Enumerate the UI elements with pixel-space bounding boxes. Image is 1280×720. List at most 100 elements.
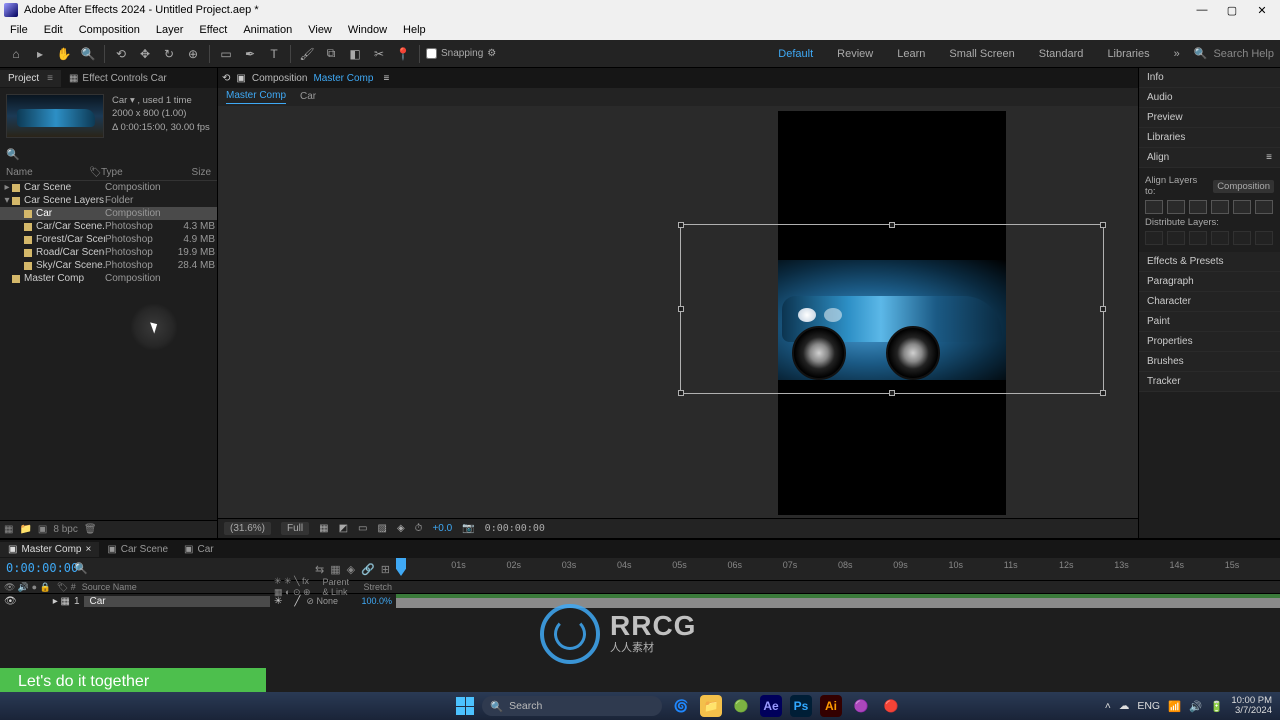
- new-folder-icon[interactable]: 📁: [19, 524, 31, 535]
- region-icon[interactable]: ▭: [358, 523, 367, 534]
- taskbar-copilot-icon[interactable]: 🌀: [670, 695, 692, 717]
- tray-chevron-icon[interactable]: ˄: [1105, 700, 1111, 712]
- clone-tool-icon[interactable]: ⧉: [321, 44, 341, 64]
- project-search[interactable]: 🔍: [0, 144, 217, 165]
- taskbar-explorer-icon[interactable]: 📁: [700, 695, 722, 717]
- align-target-dropdown[interactable]: Composition: [1213, 180, 1274, 193]
- taskbar-illustrator-icon[interactable]: Ai: [820, 695, 842, 717]
- panel-brushes[interactable]: Brushes: [1139, 352, 1280, 372]
- taskbar-chrome-icon[interactable]: 🟢: [730, 695, 752, 717]
- timeline-tab-carscene[interactable]: ▣ Car Scene: [99, 542, 176, 557]
- home-icon[interactable]: ⌂: [6, 44, 26, 64]
- snapping-toggle[interactable]: Snapping ⚙: [426, 48, 496, 59]
- help-search[interactable]: 🔍 Search Help: [1194, 47, 1274, 60]
- taskbar-photoshop-icon[interactable]: Ps: [790, 695, 812, 717]
- panel-info[interactable]: Info: [1139, 68, 1280, 88]
- project-item[interactable]: Sky/Car Scene.psdPhotoshop28.4 MB: [0, 259, 217, 272]
- menu-layer[interactable]: Layer: [150, 22, 190, 38]
- flow-tab-master[interactable]: Master Comp: [226, 90, 286, 104]
- panel-paragraph[interactable]: Paragraph: [1139, 272, 1280, 292]
- align-bottom-icon[interactable]: [1255, 200, 1273, 214]
- menu-file[interactable]: File: [4, 22, 34, 38]
- align-vcenter-icon[interactable]: [1233, 200, 1251, 214]
- timecode-icon[interactable]: ⏱: [415, 523, 423, 534]
- snapping-options-icon[interactable]: ⚙: [487, 48, 496, 59]
- tray-clock[interactable]: 10:00 PM 3/7/2024: [1231, 696, 1272, 716]
- taskbar-app1-icon[interactable]: 🟣: [850, 695, 872, 717]
- mask-icon[interactable]: ◩: [339, 523, 348, 534]
- new-comp-icon[interactable]: ▣: [38, 524, 47, 535]
- layer-name[interactable]: Car: [84, 596, 270, 607]
- zoom-tool-icon[interactable]: 🔍: [78, 44, 98, 64]
- workspace-small-screen[interactable]: Small Screen: [939, 48, 1024, 60]
- panel-preview[interactable]: Preview: [1139, 108, 1280, 128]
- timeline-ruler[interactable]: 01s02s03s04s05s06s07s08s09s10s11s12s13s1…: [396, 558, 1280, 580]
- bpc-toggle[interactable]: 8 bpc: [53, 524, 77, 535]
- transparency-icon[interactable]: ▨: [378, 523, 387, 534]
- eraser-tool-icon[interactable]: ◧: [345, 44, 365, 64]
- workspace-standard[interactable]: Standard: [1029, 48, 1094, 60]
- taskbar-search[interactable]: 🔍 Search: [482, 696, 662, 716]
- roto-tool-icon[interactable]: ✂: [369, 44, 389, 64]
- close-button[interactable]: ✕: [1256, 4, 1268, 17]
- text-tool-icon[interactable]: T: [264, 44, 284, 64]
- workspace-learn[interactable]: Learn: [887, 48, 935, 60]
- rectangle-tool-icon[interactable]: ▭: [216, 44, 236, 64]
- panel-libraries[interactable]: Libraries: [1139, 128, 1280, 148]
- panel-align[interactable]: Align≡: [1139, 148, 1280, 168]
- project-item[interactable]: Forest/Car Scene.psdPhotoshop4.9 MB: [0, 233, 217, 246]
- workspace-review[interactable]: Review: [827, 48, 883, 60]
- pan-tool-icon[interactable]: ✥: [135, 44, 155, 64]
- tl-ctrl-3-icon[interactable]: ◈: [347, 563, 355, 576]
- delete-icon[interactable]: 🗑: [84, 524, 97, 535]
- timeline-search[interactable]: 🔍: [70, 558, 270, 580]
- tray-wifi-icon[interactable]: 📶: [1168, 700, 1181, 713]
- project-item[interactable]: Road/Car Scene.psdPhotoshop19.9 MB: [0, 246, 217, 259]
- timeline-tab-car[interactable]: ▣ Car: [176, 542, 222, 557]
- project-item[interactable]: Car/Car Scene.psdPhotoshop4.3 MB: [0, 220, 217, 233]
- tab-project[interactable]: Project≡: [0, 70, 61, 87]
- layer-visibility-icon[interactable]: 👁: [4, 596, 17, 607]
- timeline-tab-master[interactable]: ▣ Master Comp ×: [0, 542, 99, 557]
- tl-ctrl-1-icon[interactable]: ⇆: [315, 563, 324, 576]
- align-left-icon[interactable]: [1145, 200, 1163, 214]
- maximize-button[interactable]: ▢: [1226, 4, 1238, 17]
- anchor-tool-icon[interactable]: ⊕: [183, 44, 203, 64]
- align-top-icon[interactable]: [1211, 200, 1229, 214]
- puppet-tool-icon[interactable]: 📍: [393, 44, 413, 64]
- orbit-tool-icon[interactable]: ⟲: [111, 44, 131, 64]
- panel-audio[interactable]: Audio: [1139, 88, 1280, 108]
- menu-composition[interactable]: Composition: [73, 22, 146, 38]
- project-items-list[interactable]: ▸Car SceneComposition▾Car Scene LayersFo…: [0, 181, 217, 520]
- grid-icon[interactable]: ▦: [319, 523, 328, 534]
- snapping-checkbox[interactable]: [426, 48, 437, 59]
- panel-paint[interactable]: Paint: [1139, 312, 1280, 332]
- panel-effects-presets[interactable]: Effects & Presets: [1139, 252, 1280, 272]
- menu-animation[interactable]: Animation: [237, 22, 298, 38]
- project-item[interactable]: ▸Car SceneComposition: [0, 181, 217, 194]
- snapshot-icon[interactable]: 📷: [462, 523, 474, 534]
- project-item[interactable]: Master CompComposition: [0, 272, 217, 285]
- tray-volume-icon[interactable]: 🔊: [1189, 700, 1202, 713]
- viewer-lock-icon[interactable]: ⟲: [222, 73, 230, 84]
- hand-tool-icon[interactable]: ✋: [54, 44, 74, 64]
- taskbar-app2-icon[interactable]: 🔴: [880, 695, 902, 717]
- menu-edit[interactable]: Edit: [38, 22, 69, 38]
- layer-track[interactable]: [396, 594, 1280, 608]
- minimize-button[interactable]: —: [1196, 4, 1208, 17]
- resolution-dropdown[interactable]: Full: [281, 522, 309, 535]
- menu-help[interactable]: Help: [397, 22, 432, 38]
- 3d-icon[interactable]: ◈: [397, 523, 405, 534]
- selection-bounding-box[interactable]: [680, 224, 1104, 394]
- project-item[interactable]: CarComposition: [0, 207, 217, 220]
- playhead[interactable]: [396, 558, 406, 576]
- workspace-default[interactable]: Default: [768, 48, 823, 60]
- align-right-icon[interactable]: [1189, 200, 1207, 214]
- menu-window[interactable]: Window: [342, 22, 393, 38]
- menu-view[interactable]: View: [302, 22, 338, 38]
- start-button[interactable]: [456, 697, 474, 715]
- panel-menu-icon[interactable]: ≡: [47, 73, 53, 84]
- zoom-dropdown[interactable]: (31.6%): [224, 522, 271, 535]
- viewer-breadcrumb-active[interactable]: Master Comp: [313, 73, 373, 84]
- selection-tool-icon[interactable]: ▸: [30, 44, 50, 64]
